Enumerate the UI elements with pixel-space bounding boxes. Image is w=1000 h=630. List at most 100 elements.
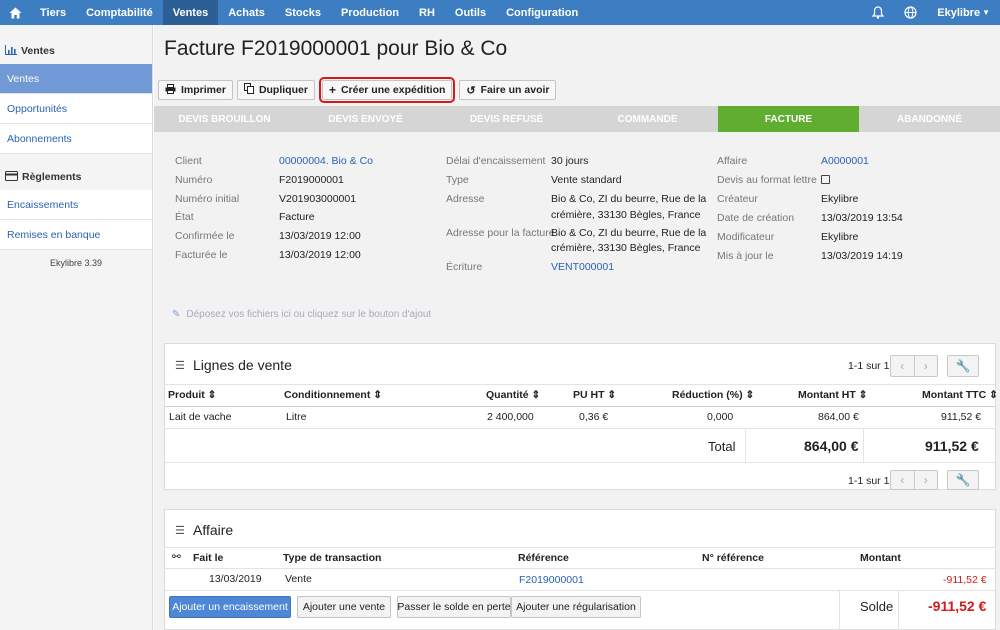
value-delai-encaissement: 30 jours — [551, 155, 589, 167]
col-produit[interactable]: Produit ⇕ — [168, 389, 216, 401]
status-steps: Devis brouillon Devis envoyé Devis refus… — [154, 106, 1000, 132]
label-date-creation: Date de création — [717, 212, 795, 224]
affair-cell-date: 13/03/2019 — [209, 573, 262, 585]
col-montant-ht[interactable]: Montant HT ⇕ — [798, 389, 867, 401]
col-reduction[interactable]: Réduction (%) ⇕ — [672, 389, 754, 401]
duplicate-label: Dupliquer — [258, 84, 308, 96]
home-icon[interactable] — [0, 0, 30, 25]
ecriture-link[interactable]: VENT000001 — [551, 261, 614, 273]
value-date-creation: 13/03/2019 13:54 — [821, 212, 903, 224]
value-modificateur: Ekylibre — [821, 231, 859, 243]
label-client: Client — [175, 155, 202, 167]
label-ecriture: Écriture — [446, 261, 483, 273]
table-cell-montant-ttc: 911,52 € — [941, 411, 982, 423]
col-fait-le: Fait le — [193, 552, 224, 564]
value-adresse-facture-line-2: crémière, 33130 Bègles, France — [551, 242, 701, 254]
nav-achats[interactable]: Achats — [218, 0, 275, 25]
col-numero-reference: N° référence — [702, 552, 764, 564]
label-modificateur: Modificateur — [717, 231, 775, 243]
prev-page-icon[interactable]: ‹ — [891, 471, 914, 489]
top-navbar: Tiers Comptabilité Ventes Achats Stocks … — [0, 0, 1000, 25]
label-numero-initial: Numéro initial — [175, 193, 240, 205]
credit-note-button[interactable]: ↺ Faire un avoir — [459, 80, 557, 100]
col-montant-ttc[interactable]: Montant TTC ⇕ — [922, 389, 998, 401]
wrench-icon[interactable]: 🔧 — [947, 470, 979, 490]
wrench-icon[interactable]: 🔧 — [947, 355, 979, 377]
label-confirmee-le: Confirmée le — [175, 230, 235, 242]
col-pu-ht[interactable]: PU HT ⇕ — [573, 389, 616, 401]
sidebar-item-abonnements[interactable]: Abonnements — [0, 124, 152, 154]
step-devis-brouillon[interactable]: Devis brouillon — [154, 106, 295, 132]
label-devis-format-lettre: Devis au format lettre — [717, 174, 817, 186]
value-etat: Facture — [279, 211, 315, 223]
write-off-balance-button[interactable]: Passer le solde en perte — [397, 596, 511, 618]
affair-reference-link[interactable]: F2019000001 — [519, 574, 584, 586]
step-devis-refuse[interactable]: Devis refusé — [436, 106, 577, 132]
sidebar: Ventes Ventes Opportunités Abonnements R… — [0, 25, 153, 630]
app-version: Ekylibre 3.39 — [49, 258, 103, 268]
sidebar-section-title: Règlements — [22, 171, 82, 183]
total-ht: 864,00 € — [804, 438, 859, 454]
print-label: Imprimer — [181, 84, 226, 96]
add-adjustment-button[interactable]: Ajouter une régularisation — [511, 596, 641, 618]
client-link[interactable]: 00000004. Bio & Co — [279, 155, 373, 167]
create-shipment-button[interactable]: + Créer une expédition — [318, 77, 456, 103]
globe-icon[interactable] — [894, 0, 927, 25]
bell-icon[interactable] — [862, 0, 894, 25]
add-sale-button[interactable]: Ajouter une vente — [297, 596, 391, 618]
label-delai-encaissement: Délai d'encaissement — [446, 155, 546, 167]
card-icon — [5, 170, 18, 184]
bar-chart-icon — [5, 44, 17, 58]
affaire-link[interactable]: A0000001 — [821, 155, 869, 167]
table-cell-quantite: 2 400,000 — [487, 411, 534, 423]
total-label: Total — [708, 439, 736, 454]
sidebar-item-encaissements[interactable]: Encaissements — [0, 190, 152, 220]
file-dropzone[interactable]: ✎ Déposez vos fichiers ici ou cliquez sur… — [172, 309, 431, 320]
col-montant: Montant — [860, 552, 901, 564]
nav-configuration[interactable]: Configuration — [496, 0, 588, 25]
step-devis-envoye[interactable]: Devis envoyé — [295, 106, 436, 132]
pager-buttons: ‹ › — [890, 355, 938, 377]
step-facture[interactable]: Facture — [718, 106, 859, 132]
prev-page-icon[interactable]: ‹ — [891, 356, 914, 376]
nav-stocks[interactable]: Stocks — [275, 0, 331, 25]
next-page-icon[interactable]: › — [913, 471, 938, 489]
col-quantite[interactable]: Quantité ⇕ — [486, 389, 540, 401]
nav-ventes[interactable]: Ventes — [162, 0, 219, 25]
nav-tiers[interactable]: Tiers — [30, 0, 76, 25]
value-createur: Ekylibre — [821, 193, 859, 205]
user-menu[interactable]: Ekylibre ▼ — [927, 0, 1000, 25]
checkbox-devis-format-lettre[interactable] — [821, 175, 830, 184]
sidebar-section-ventes: Ventes — [0, 38, 152, 64]
nav-production[interactable]: Production — [331, 0, 409, 25]
dropzone-text: Déposez vos fichiers ici ou cliquez sur … — [186, 309, 432, 320]
step-abandonne[interactable]: Abandonné — [859, 106, 1000, 132]
sidebar-item-remises-en-banque[interactable]: Remises en banque — [0, 220, 152, 250]
label-adresse: Adresse — [446, 193, 485, 205]
affair-title: Affaire — [193, 522, 234, 538]
value-adresse-facture-line-1: Bio & Co, ZI du beurre, Rue de la — [551, 227, 707, 239]
sidebar-item-opportunites[interactable]: Opportunités — [0, 94, 152, 124]
duplicate-button[interactable]: Dupliquer — [236, 80, 315, 100]
add-payment-button[interactable]: Ajouter un encaissement — [169, 596, 291, 618]
list-icon: ☰ — [175, 525, 185, 537]
nav-comptabilite[interactable]: Comptabilité — [76, 0, 163, 25]
print-button[interactable]: Imprimer — [158, 80, 233, 100]
next-page-icon[interactable]: › — [913, 356, 938, 376]
value-type: Vente standard — [551, 174, 622, 186]
label-mis-a-jour-le: Mis à jour le — [717, 250, 774, 262]
affair-cell-type: Vente — [285, 573, 312, 585]
step-commande[interactable]: Commande — [577, 106, 718, 132]
sidebar-item-ventes[interactable]: Ventes — [0, 64, 152, 94]
unlink-icon[interactable]: ⚯ — [172, 551, 181, 563]
list-icon: ☰ — [175, 360, 185, 372]
sidebar-section-reglements: Règlements — [0, 164, 152, 190]
plus-icon: + — [328, 83, 336, 97]
total-ttc: 911,52 € — [925, 438, 979, 454]
label-affaire: Affaire — [717, 155, 748, 167]
affair-card: ☰ Affaire ⚯ Fait le Type de transaction … — [164, 509, 996, 630]
col-conditionnement[interactable]: Conditionnement ⇕ — [284, 389, 382, 401]
value-mis-a-jour-le: 13/03/2019 14:19 — [821, 250, 903, 262]
nav-outils[interactable]: Outils — [445, 0, 496, 25]
nav-rh[interactable]: RH — [409, 0, 445, 25]
